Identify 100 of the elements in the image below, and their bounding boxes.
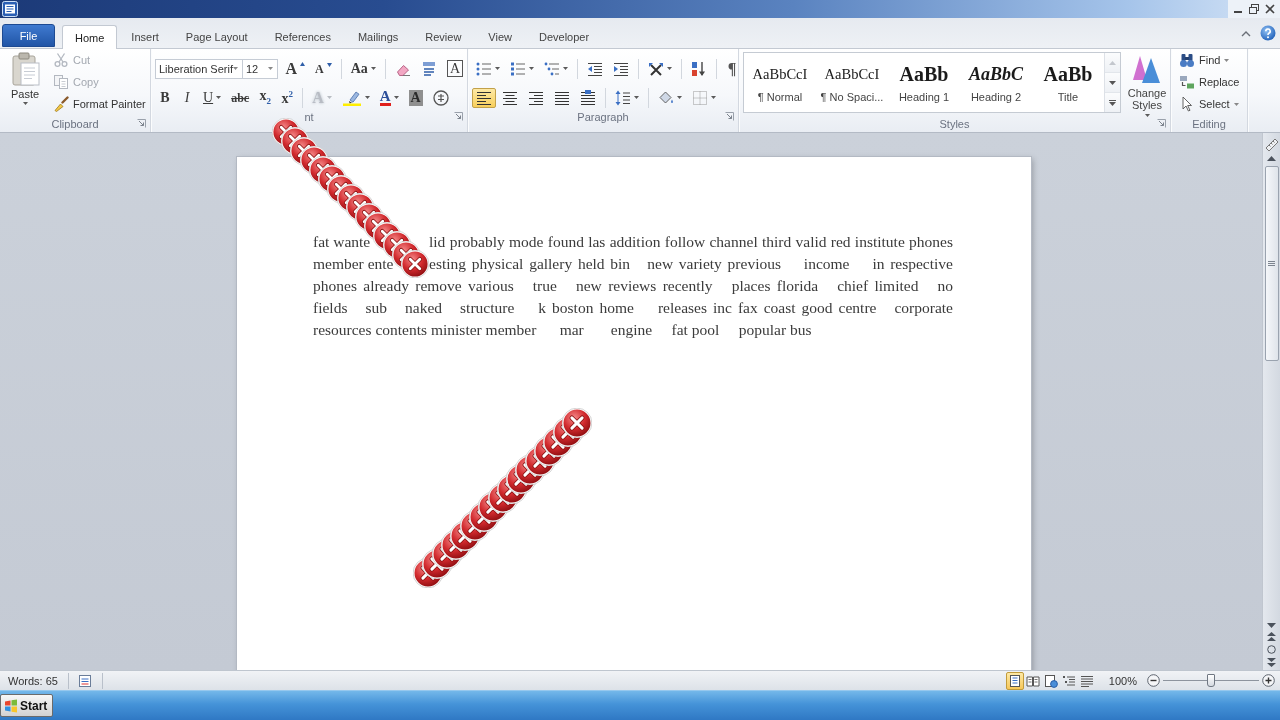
- show-marks-button[interactable]: ¶: [722, 58, 742, 79]
- circle-icon[interactable]: [1267, 645, 1276, 654]
- change-case-button[interactable]: Aa: [346, 58, 380, 79]
- sort-icon: [691, 60, 707, 77]
- borders-icon: [692, 89, 708, 106]
- bold-button[interactable]: B: [155, 87, 175, 108]
- paste-button[interactable]: Paste: [4, 50, 46, 114]
- gallery-more-button[interactable]: [1105, 93, 1120, 112]
- print-layout-button[interactable]: [1005, 671, 1024, 690]
- caret-icon: [370, 67, 376, 70]
- circled-character-icon: [432, 89, 449, 106]
- underline-button[interactable]: U: [199, 87, 226, 108]
- dialog-launcher-icon[interactable]: [725, 112, 734, 121]
- multilevel-list-icon: [544, 60, 560, 77]
- grow-font-button[interactable]: A: [281, 58, 310, 79]
- group-label: Styles: [939, 117, 970, 130]
- double-up-arrow-icon[interactable]: [1267, 632, 1276, 641]
- close-icon[interactable]: [1264, 3, 1276, 15]
- text-lines-icon: [420, 60, 437, 77]
- align-right-icon: [528, 89, 544, 106]
- copy-icon: [53, 74, 69, 90]
- zoom-level[interactable]: 100%: [1108, 674, 1137, 687]
- start-button[interactable]: Start: [0, 694, 53, 717]
- change-styles-button[interactable]: Change Styles: [1124, 52, 1170, 116]
- file-tab[interactable]: File: [2, 24, 55, 47]
- chevron-up-icon[interactable]: [1241, 29, 1251, 37]
- gallery-down-button[interactable]: [1105, 73, 1120, 93]
- style-preview[interactable]: AaBbCcI: [824, 62, 880, 86]
- caret-icon: [364, 96, 370, 99]
- ribbon-tab[interactable]: References: [261, 25, 344, 48]
- open-book-icon: [1025, 673, 1040, 688]
- ribbon-tab[interactable]: Review: [412, 25, 475, 48]
- caret-icon: [326, 96, 332, 99]
- square-list-icon: [510, 60, 526, 77]
- scroll-thumb[interactable]: [1264, 166, 1279, 361]
- bullets-icon: [476, 60, 492, 77]
- font-color-button[interactable]: A: [375, 87, 403, 108]
- style-preview[interactable]: AaBb: [1043, 62, 1093, 86]
- restore-icon[interactable]: [1248, 3, 1260, 15]
- line-spacing-icon: [615, 89, 631, 106]
- body-text: resources contents minister member mar engine fat pool popular bus: [313, 320, 812, 340]
- double-down-arrow-icon[interactable]: [1267, 658, 1276, 667]
- ribbon-tab[interactable]: Insert: [118, 25, 172, 48]
- zoom-out-icon[interactable]: [1147, 674, 1160, 687]
- scissors-icon: [53, 52, 69, 68]
- superscript-button[interactable]: x$^{2}$: [277, 87, 298, 108]
- replace-button[interactable]: Replace: [1176, 72, 1243, 92]
- document-lines-icon[interactable]: [77, 673, 92, 688]
- cursor-icon: [1179, 96, 1195, 112]
- subscript-button[interactable]: x$_{2}$: [255, 87, 276, 108]
- help-icon[interactable]: [1260, 25, 1276, 41]
- style-preview[interactable]: AaBbCcI: [752, 62, 808, 86]
- font-size-field[interactable]: 12: [242, 58, 278, 79]
- document-app-icon: [2, 1, 18, 17]
- style-preview[interactable]: AaBb: [899, 62, 949, 86]
- body-text: phones already remove various true new reviews recently places florida chief limited no: [313, 276, 953, 296]
- format-painter-button[interactable]: Format Painter: [50, 94, 149, 114]
- style-name[interactable]: Heading 2: [970, 91, 1022, 104]
- style-name[interactable]: ¶ No Spaci...: [820, 91, 884, 104]
- ribbon-tab[interactable]: Developer: [526, 25, 603, 48]
- scroll-down-icon[interactable]: [1267, 623, 1276, 628]
- caret-icon: [1144, 114, 1150, 117]
- style-name[interactable]: Title: [1057, 91, 1079, 104]
- scroll-up-icon[interactable]: [1267, 156, 1276, 161]
- more-icon: [1109, 99, 1116, 106]
- select-button[interactable]: Select: [1176, 94, 1243, 114]
- scroll-up-icon: [1109, 60, 1116, 65]
- align-left-button[interactable]: [472, 87, 496, 108]
- binoculars-icon: [1179, 52, 1195, 68]
- shrink-font-button[interactable]: A: [311, 58, 336, 79]
- strikethrough-button[interactable]: abc: [227, 87, 254, 108]
- body-text: lid probably mode found las addition follow channel third valid red institute phones: [429, 232, 953, 252]
- ruler-icon[interactable]: [1264, 138, 1279, 152]
- ribbon-tab[interactable]: View: [475, 25, 525, 48]
- find-button[interactable]: Find: [1176, 50, 1243, 70]
- group-label: nt: [304, 110, 314, 123]
- ribbon-tab[interactable]: Home: [62, 25, 118, 49]
- scroll-down-icon: [1109, 80, 1116, 85]
- highlighter-icon: [341, 89, 362, 106]
- dialog-launcher-icon[interactable]: [454, 112, 463, 121]
- style-preview[interactable]: AaBbC: [969, 62, 1023, 86]
- zoom-slider-thumb[interactable]: [1207, 674, 1215, 687]
- dialog-launcher-icon[interactable]: [1157, 119, 1166, 128]
- paint-bucket-icon: [658, 89, 674, 106]
- italic-button[interactable]: I: [177, 87, 197, 108]
- style-name[interactable]: ¶ Normal: [757, 91, 803, 104]
- style-name[interactable]: Heading 1: [898, 91, 950, 104]
- word-count[interactable]: Words: 65: [0, 672, 69, 689]
- caret-icon: [233, 67, 238, 70]
- justify-icon: [554, 89, 570, 106]
- caret-icon: [711, 96, 716, 99]
- font-name-field[interactable]: Liberation Serif: [155, 58, 243, 79]
- dialog-launcher-icon[interactable]: [137, 119, 146, 128]
- ribbon-tab[interactable]: Page Layout: [172, 25, 261, 48]
- caret-icon: [216, 96, 222, 99]
- caret-icon: [677, 96, 682, 99]
- paintbrush-icon: [53, 96, 69, 112]
- caret-icon: [22, 102, 28, 105]
- ribbon-tab[interactable]: Mailings: [344, 25, 412, 48]
- zoom-in-icon[interactable]: [1262, 674, 1275, 687]
